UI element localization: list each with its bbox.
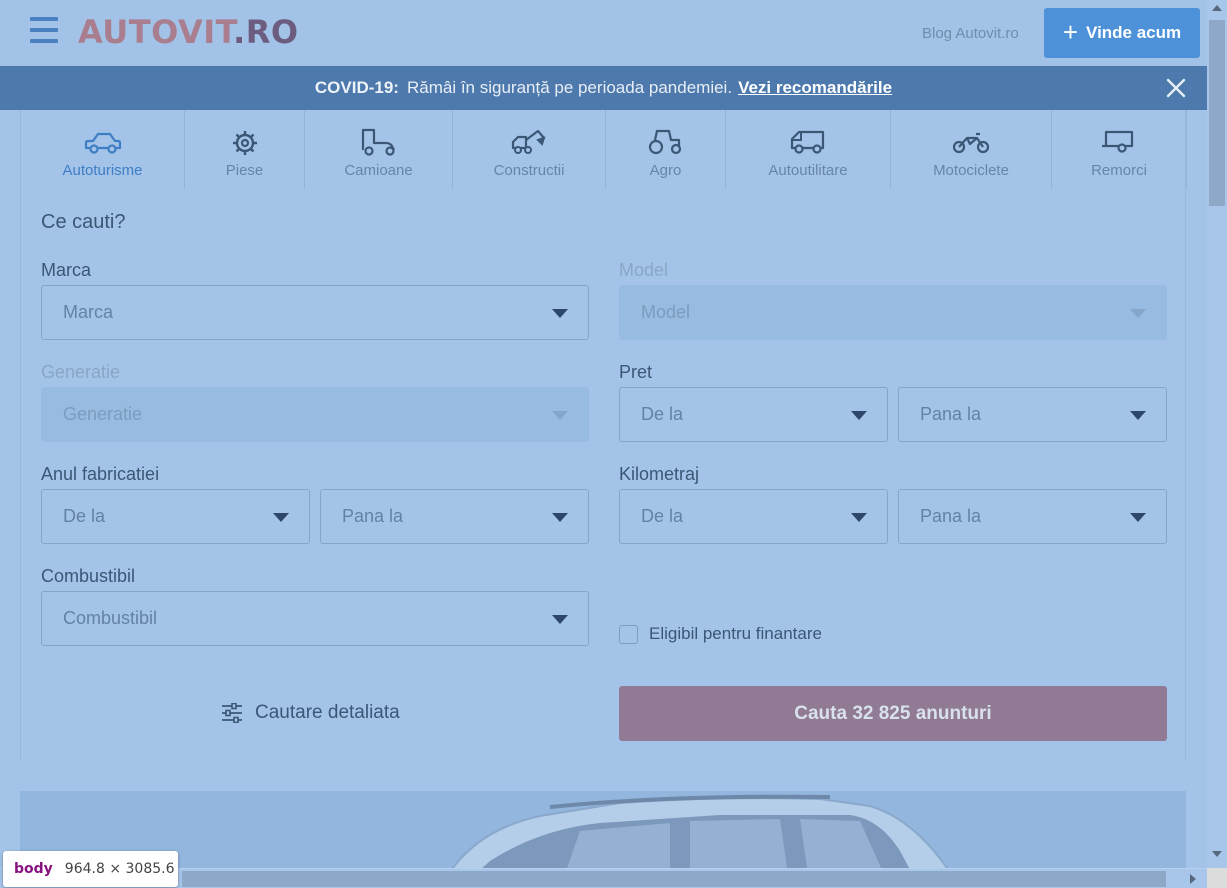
chevron-down-icon — [552, 411, 568, 420]
tractor-icon — [648, 129, 681, 155]
combustibil-label: Combustibil — [41, 566, 136, 586]
gear-icon — [232, 131, 257, 155]
model-value: Model — [641, 302, 691, 322]
tooltip-tag: body — [14, 861, 53, 877]
sell-now-button[interactable]: + Vinde acum — [1044, 8, 1200, 58]
covid-label: COVID-19: — [314, 78, 399, 97]
header: AUTOVIT.RO Blog Autovit.ro + Vinde acum — [0, 0, 1207, 66]
pret-label: Pret — [619, 362, 653, 382]
an-from-value: De la — [63, 506, 106, 526]
scroll-down-arrow-icon[interactable] — [1212, 851, 1222, 857]
an-to-select[interactable]: Pana la — [320, 489, 589, 544]
tab-autoutilitare[interactable]: Autoutilitare — [726, 110, 890, 188]
tab-remorci[interactable]: Remorci — [1052, 110, 1186, 188]
chevron-down-icon — [552, 309, 568, 318]
sell-now-label: Vinde acum — [1086, 23, 1182, 42]
pret-to-select[interactable]: Pana la — [898, 387, 1167, 442]
chevron-down-icon — [1130, 411, 1146, 420]
tab-label: Constructii — [493, 162, 565, 179]
scroll-up-arrow-icon[interactable] — [1212, 5, 1222, 11]
km-to-value: Pana la — [920, 506, 982, 526]
vertical-scrollbar[interactable] — [1207, 0, 1227, 888]
chevron-down-icon — [552, 513, 568, 522]
truck-icon — [361, 128, 395, 156]
covid-message: Rămâi în siguranță pe perioada pandemiei… — [406, 78, 733, 97]
marca-select[interactable]: Marca — [41, 285, 589, 340]
plus-icon: + — [1062, 16, 1079, 47]
tab-constructii[interactable]: Constructii — [453, 110, 605, 188]
devtools-element-tooltip: body 964.8 × 3085.6 — [3, 851, 178, 887]
combustibil-select[interactable]: Combustibil — [41, 591, 589, 646]
scrollbar-corner — [1207, 868, 1227, 888]
horizontal-scrollbar[interactable] — [0, 868, 1207, 888]
pret-from-value: De la — [641, 404, 684, 424]
motorcycle-icon — [952, 132, 990, 154]
blog-link[interactable]: Blog Autovit.ro — [922, 25, 1019, 42]
detailed-search-link[interactable]: Cautare detaliata — [221, 702, 400, 724]
chevron-down-icon — [851, 411, 867, 420]
tab-motociclete[interactable]: Motociclete — [891, 110, 1051, 188]
vertical-scrollbar-thumb[interactable] — [1209, 20, 1225, 206]
trailer-icon — [1102, 130, 1134, 153]
km-from-value: De la — [641, 506, 684, 526]
category-tabs: Autoturisme Piese Camioane Constructii A… — [21, 110, 1187, 188]
search-question: Ce cauti? — [41, 211, 126, 233]
generatie-select: Generatie — [41, 387, 589, 442]
generatie-label: Generatie — [41, 362, 121, 382]
scroll-right-arrow-icon[interactable] — [1190, 874, 1196, 884]
van-icon — [790, 130, 825, 154]
chevron-down-icon — [273, 513, 289, 522]
an-label: Anul fabricatiei — [41, 464, 160, 484]
model-select: Model — [619, 285, 1167, 340]
combustibil-value: Combustibil — [63, 608, 158, 628]
tab-label: Autoturisme — [62, 162, 143, 179]
tab-agro[interactable]: Agro — [606, 110, 725, 188]
km-from-select[interactable]: De la — [619, 489, 888, 544]
search-panel: Autoturisme Piese Camioane Constructii A… — [20, 110, 1187, 760]
tab-label: Agro — [649, 162, 682, 179]
car-icon — [84, 132, 121, 154]
logo[interactable]: AUTOVIT.RO — [78, 13, 299, 51]
chevron-down-icon — [1130, 513, 1146, 522]
tooltip-dimensions: 964.8 × 3085.6 — [64, 861, 175, 877]
finantare-label: Eligibil pentru finantare — [649, 624, 822, 643]
tab-label: Piese — [225, 162, 264, 179]
tab-autoturisme[interactable]: Autoturisme — [21, 110, 184, 188]
tab-label: Camioane — [344, 162, 413, 179]
hamburger-menu-icon[interactable] — [30, 17, 58, 43]
chevron-down-icon — [552, 615, 568, 624]
filter-sliders-icon — [222, 703, 242, 723]
pret-to-value: Pana la — [920, 404, 982, 424]
covid-recommendations-link[interactable]: Vezi recomandările — [738, 78, 892, 98]
covid-banner: COVID-19: Rămâi în siguranță pe perioada… — [0, 66, 1207, 110]
detailed-search-label: Cautare detaliata — [255, 702, 400, 723]
generatie-value: Generatie — [63, 404, 143, 424]
finantare-option[interactable]: Eligibil pentru finantare — [619, 624, 822, 644]
excavator-icon — [511, 129, 546, 154]
horizontal-scrollbar-thumb[interactable] — [182, 871, 1166, 887]
marca-value: Marca — [63, 302, 114, 322]
search-button[interactable]: Cauta 32 825 anunturi — [619, 686, 1167, 741]
model-label: Model — [619, 260, 669, 280]
km-label: Kilometraj — [619, 464, 700, 484]
close-icon[interactable] — [1163, 75, 1189, 101]
an-from-select[interactable]: De la — [41, 489, 310, 544]
km-to-select[interactable]: Pana la — [898, 489, 1167, 544]
pret-from-select[interactable]: De la — [619, 387, 888, 442]
tab-label: Motociclete — [933, 162, 1009, 179]
an-to-value: Pana la — [342, 506, 404, 526]
tab-label: Autoutilitare — [768, 162, 848, 179]
tab-camioane[interactable]: Camioane — [305, 110, 452, 188]
tab-piese[interactable]: Piese — [185, 110, 304, 188]
tab-label: Remorci — [1091, 162, 1147, 179]
chevron-down-icon — [851, 513, 867, 522]
chevron-down-icon — [1130, 309, 1146, 318]
finantare-checkbox[interactable] — [619, 624, 638, 644]
marca-label: Marca — [41, 260, 92, 280]
